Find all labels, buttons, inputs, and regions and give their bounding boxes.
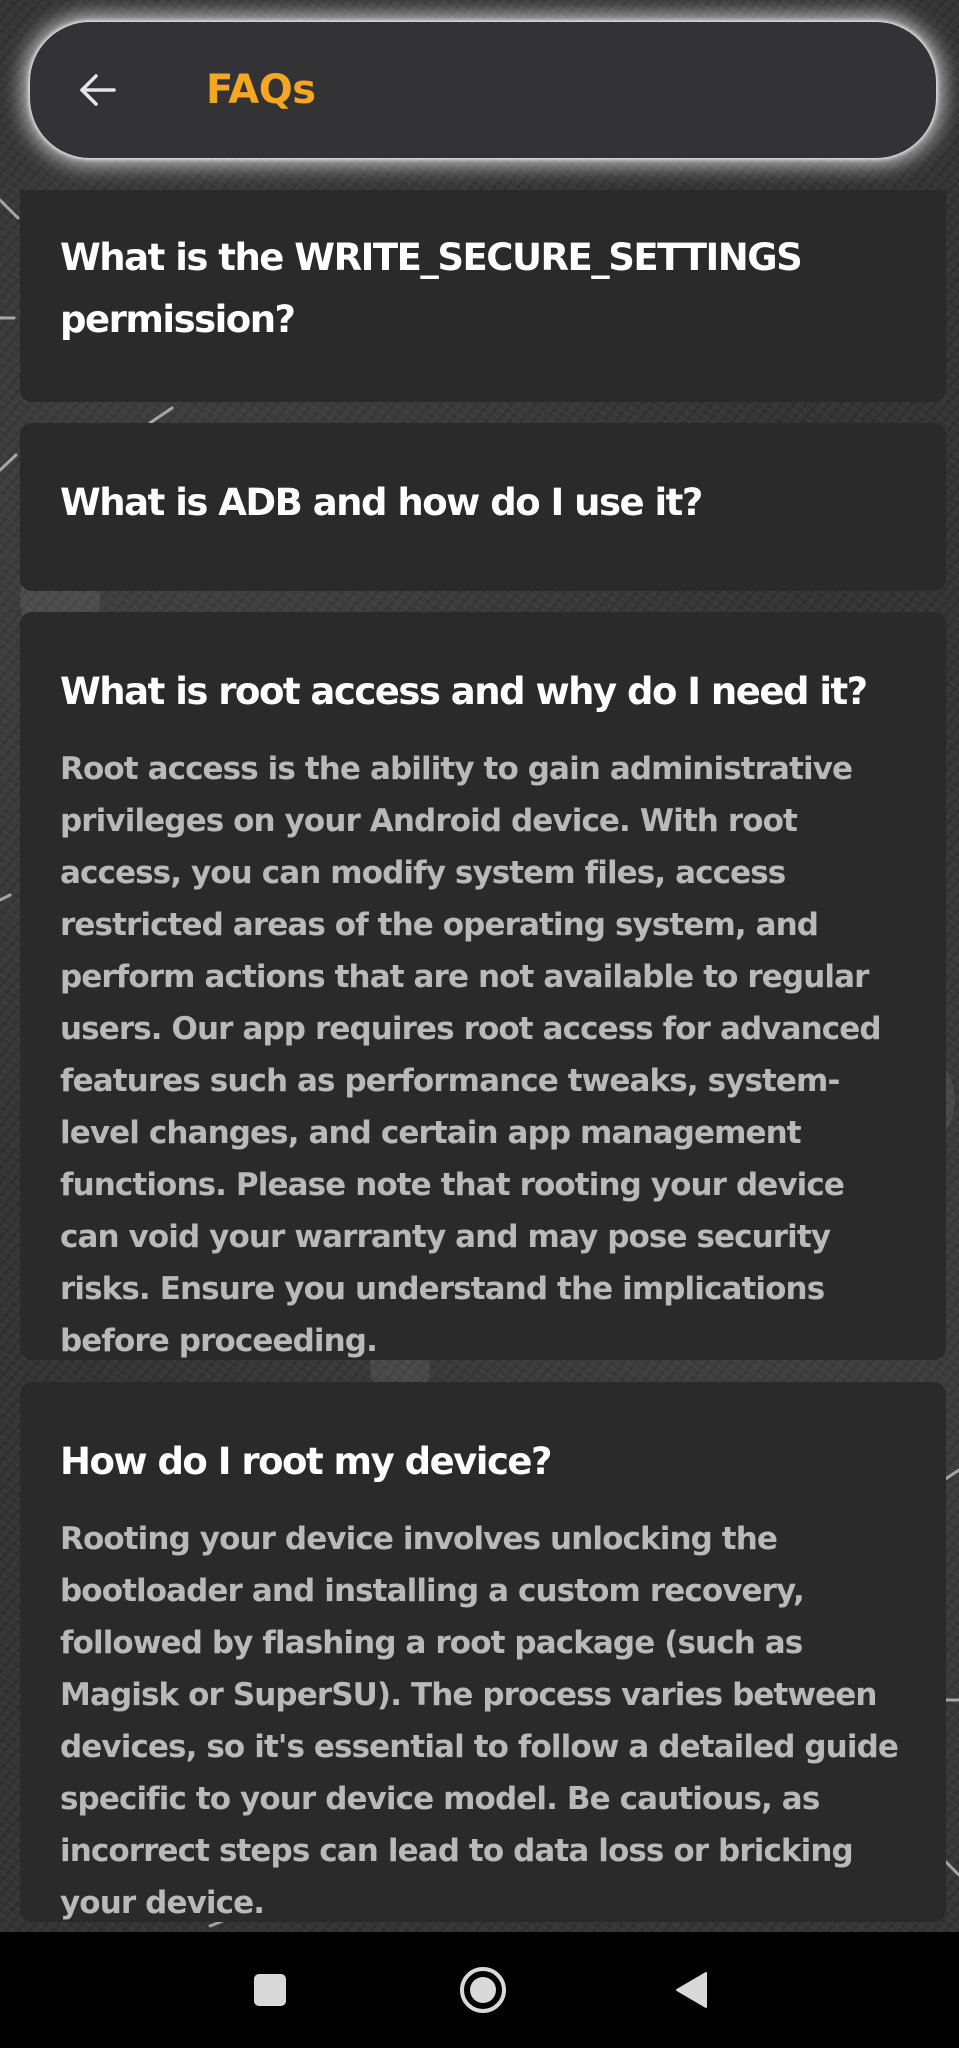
faq-question: What is root access and why do I need it… [60,670,868,713]
page-title: FAQs [206,67,316,113]
recents-button[interactable] [240,1960,300,2020]
faq-question: How do I root my device? [60,1440,552,1483]
app-header: FAQs [30,22,936,158]
faq-answer: Root access is the ability to gain admin… [60,751,882,1359]
home-button[interactable] [453,1960,513,2020]
faq-item-how-to-root[interactable]: How do I root my device? Rooting your de… [20,1382,946,1922]
faq-item-adb[interactable]: What is ADB and how do I use it? [20,423,946,591]
faq-question: What is ADB and how do I use it? [60,481,703,524]
square-recents-icon [254,1974,286,2006]
back-button[interactable] [70,62,126,118]
faq-answer: Rooting your device involves unlocking t… [60,1521,899,1921]
arrow-left-icon [80,74,116,106]
faq-item-write-secure-settings[interactable]: What is the WRITE_SECURE_SETTINGS permis… [20,190,946,402]
triangle-back-icon [676,1972,707,2008]
system-navigation-bar [0,1932,959,2048]
faq-question: What is the WRITE_SECURE_SETTINGS permis… [60,236,803,341]
system-back-button[interactable] [662,1960,722,2020]
faq-item-root-access[interactable]: What is root access and why do I need it… [20,612,946,1360]
circle-home-icon [460,1967,506,2013]
